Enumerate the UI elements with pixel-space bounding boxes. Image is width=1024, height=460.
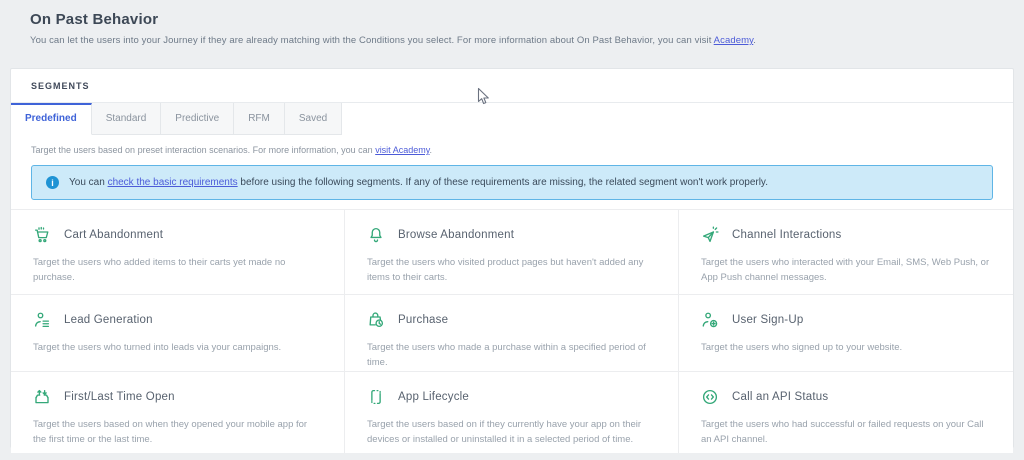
card-desc: Target the users based on when they open…: [33, 418, 322, 447]
card-head: User Sign-Up: [701, 311, 991, 329]
segment-card-cart-abandonment[interactable]: Cart Abandonment Target the users who ad…: [11, 210, 345, 295]
segment-card-lead-generation[interactable]: Lead Generation Target the users who tur…: [11, 295, 345, 372]
tab-rfm[interactable]: RFM: [234, 103, 285, 135]
page-title: On Past Behavior: [30, 11, 994, 28]
card-title: First/Last Time Open: [64, 391, 175, 403]
card-head: App Lifecycle: [367, 388, 656, 406]
card-head: Channel Interactions: [701, 226, 991, 244]
card-title: Browse Abandonment: [398, 229, 514, 241]
card-title: Channel Interactions: [732, 229, 841, 241]
tab-predefined[interactable]: Predefined: [11, 103, 92, 135]
segment-card-call-an-api-status[interactable]: Call an API Status Target the users who …: [679, 372, 1013, 453]
code-circle-icon: [701, 388, 719, 406]
card-head: Cart Abandonment: [33, 226, 322, 244]
page-subtitle: You can let the users into your Journey …: [30, 35, 994, 46]
card-head: First/Last Time Open: [33, 388, 322, 406]
card-title: Call an API Status: [732, 391, 828, 403]
banner-suffix: before using the following segments. If …: [238, 177, 768, 188]
tab-predictive[interactable]: Predictive: [161, 103, 234, 135]
academy-link[interactable]: Academy: [714, 35, 754, 46]
info-icon: i: [46, 176, 59, 189]
segments-grid: Cart Abandonment Target the users who ad…: [11, 209, 1013, 453]
info-banner-text: You can check the basic requirements bef…: [69, 177, 768, 188]
banner-prefix: You can: [69, 177, 108, 188]
segment-card-browse-abandonment[interactable]: Browse Abandonment Target the users who …: [345, 210, 679, 295]
card-head: Call an API Status: [701, 388, 991, 406]
phone-dashed-icon: [367, 388, 385, 406]
card-title: Lead Generation: [64, 314, 153, 326]
card-desc: Target the users who interacted with you…: [701, 256, 991, 285]
tab-description-text: Target the users based on preset interac…: [31, 145, 375, 155]
segment-card-app-lifecycle[interactable]: App Lifecycle Target the users based on …: [345, 372, 679, 453]
person-plus-icon: [701, 311, 719, 329]
tab-description: Target the users based on preset interac…: [11, 135, 1013, 155]
page-header: On Past Behavior You can let the users i…: [0, 0, 1024, 46]
segment-card-channel-interactions[interactable]: Channel Interactions Target the users wh…: [679, 210, 1013, 295]
send-icon: [701, 226, 719, 244]
card-title: App Lifecycle: [398, 391, 469, 403]
card-title: Purchase: [398, 314, 448, 326]
card-desc: Target the users based on if they curren…: [367, 418, 656, 447]
open-box-arrows-icon: [33, 388, 51, 406]
visit-academy-link[interactable]: visit Academy: [375, 145, 429, 155]
info-banner: i You can check the basic requirements b…: [31, 165, 993, 200]
tab-description-period: .: [430, 145, 433, 155]
card-desc: Target the users who turned into leads v…: [33, 341, 322, 356]
card-desc: Target the users who visited product pag…: [367, 256, 656, 285]
segments-panel-title: SEGMENTS: [11, 69, 1013, 103]
card-title: Cart Abandonment: [64, 229, 163, 241]
card-title: User Sign-Up: [732, 314, 803, 326]
card-desc: Target the users who added items to thei…: [33, 256, 322, 285]
bag-clock-icon: [367, 311, 385, 329]
page-subtitle-period: .: [753, 35, 756, 46]
card-head: Lead Generation: [33, 311, 322, 329]
segment-card-purchase[interactable]: Purchase Target the users who made a pur…: [345, 295, 679, 372]
segment-card-first-last-time-open[interactable]: First/Last Time Open Target the users ba…: [11, 372, 345, 453]
card-head: Browse Abandonment: [367, 226, 656, 244]
segment-card-user-sign-up[interactable]: User Sign-Up Target the users who signed…: [679, 295, 1013, 372]
segments-panel: SEGMENTS Predefined Standard Predictive …: [10, 68, 1014, 448]
card-head: Purchase: [367, 311, 656, 329]
bell-icon: [367, 226, 385, 244]
cart-icon: [33, 226, 51, 244]
page-subtitle-text: You can let the users into your Journey …: [30, 35, 714, 46]
card-desc: Target the users who made a purchase wit…: [367, 341, 656, 370]
basic-requirements-link[interactable]: check the basic requirements: [108, 177, 238, 188]
person-list-icon: [33, 311, 51, 329]
tab-saved[interactable]: Saved: [285, 103, 342, 135]
tab-bar: Predefined Standard Predictive RFM Saved: [11, 103, 1013, 135]
card-desc: Target the users who signed up to your w…: [701, 341, 991, 356]
tab-standard[interactable]: Standard: [92, 103, 162, 135]
card-desc: Target the users who had successful or f…: [701, 418, 991, 447]
